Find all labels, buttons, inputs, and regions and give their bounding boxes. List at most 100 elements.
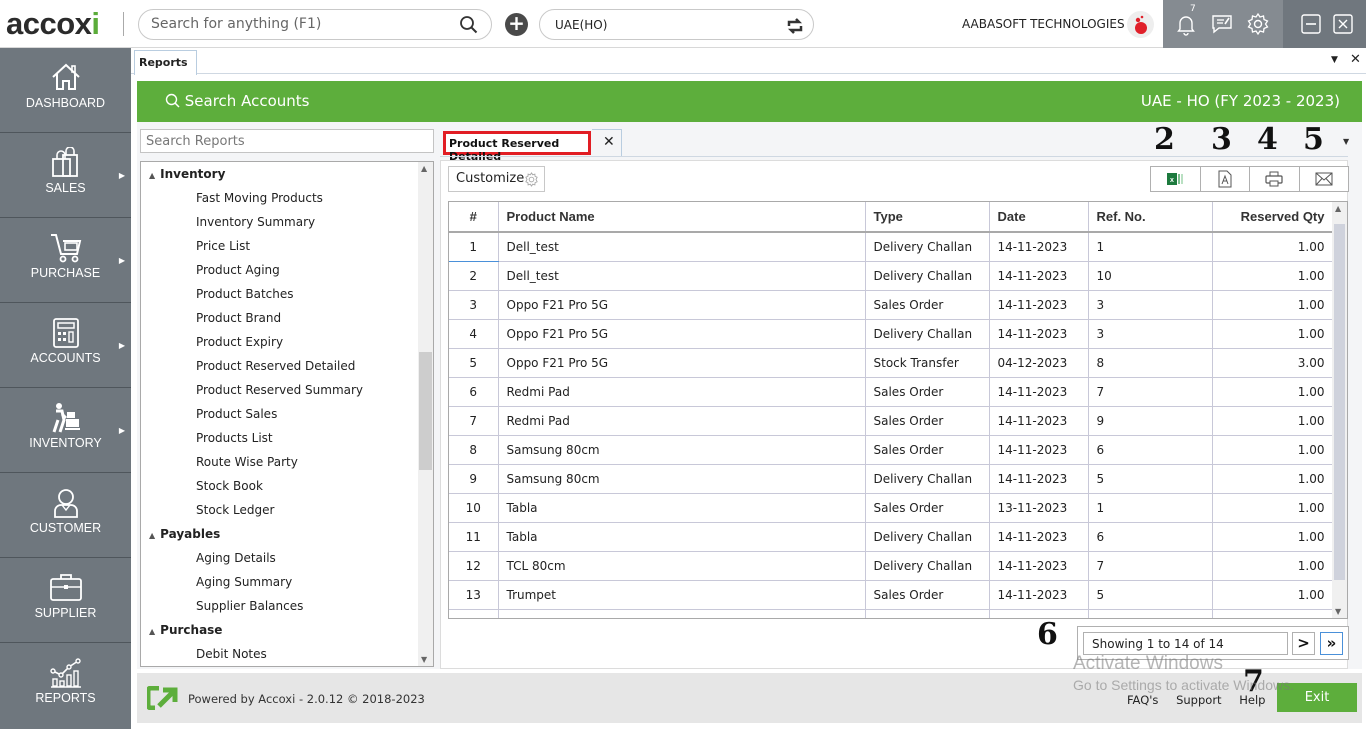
tree-item[interactable]: Aging Summary: [196, 575, 292, 589]
export-pdf-button[interactable]: [1201, 167, 1250, 191]
last-page-button[interactable]: »: [1320, 632, 1343, 655]
cell-type: Delivery Challan: [865, 551, 990, 581]
report-search[interactable]: [140, 129, 434, 153]
cell-product-name: Tabla: [498, 493, 866, 523]
column-header-ref-no[interactable]: Ref. No.: [1088, 202, 1213, 233]
tree-scrollbar[interactable]: ▲ ▼: [418, 162, 433, 666]
switch-branch-icon[interactable]: [785, 16, 805, 36]
notification-bell-icon[interactable]: [1174, 12, 1198, 36]
settings-gear-icon[interactable]: [1246, 12, 1270, 36]
column-header-type[interactable]: Type: [865, 202, 990, 233]
tree-item[interactable]: Stock Ledger: [196, 503, 274, 517]
sidebar-item-purchase[interactable]: PURCHASE ▶: [0, 218, 131, 303]
grid-scrollbar-thumb[interactable]: [1334, 224, 1345, 580]
add-new-button[interactable]: +: [505, 13, 528, 36]
search-accounts-link[interactable]: Search Accounts: [165, 92, 309, 110]
tree-item[interactable]: Fast Moving Products: [196, 191, 323, 205]
tree-item[interactable]: Price List: [196, 239, 250, 253]
export-dropdown-icon[interactable]: ▼: [1343, 137, 1349, 146]
sidebar-item-dashboard[interactable]: DASHBOARD: [0, 48, 131, 133]
envelope-icon: [1315, 172, 1333, 186]
sidebar-item-accounts[interactable]: ACCOUNTS ▶: [0, 303, 131, 388]
tree-item[interactable]: Product Reserved Detailed: [196, 359, 355, 373]
scroll-up-arrow-icon[interactable]: ▲: [1335, 204, 1341, 213]
tab-reports[interactable]: Reports: [134, 50, 197, 75]
sidebar-item-customer[interactable]: CUSTOMER: [0, 473, 131, 558]
table-row[interactable]: 7 Redmi Pad Sales Order 14-11-2023 9 1.00: [449, 406, 1334, 436]
tree-section-inventory[interactable]: ▲ Inventory: [149, 167, 225, 181]
collapse-caret-icon[interactable]: ▲: [149, 171, 155, 180]
global-search-input[interactable]: [151, 16, 451, 32]
sidebar-item-supplier[interactable]: SUPPLIER: [0, 558, 131, 643]
email-button[interactable]: [1300, 167, 1349, 191]
cell-empty: [1088, 609, 1213, 618]
column-header-reserved-qty[interactable]: Reserved Qty: [1212, 202, 1334, 233]
table-row[interactable]: 10 Tabla Sales Order 13-11-2023 1 1.00: [449, 493, 1334, 523]
table-row[interactable]: 4 Oppo F21 Pro 5G Delivery Challan 14-11-20…: [449, 319, 1334, 349]
tree-item[interactable]: Debit Notes: [196, 647, 267, 661]
tree-section-payables[interactable]: ▲ Payables: [149, 527, 220, 541]
tree-scrollbar-thumb[interactable]: [419, 352, 432, 470]
tab-menu-dropdown-icon[interactable]: ▼: [1331, 55, 1338, 65]
table-row[interactable]: 13 Trumpet Sales Order 14-11-2023 5 1.00: [449, 580, 1334, 610]
minimize-icon[interactable]: [1299, 12, 1323, 36]
column-header-index[interactable]: #: [449, 202, 499, 233]
tree-item[interactable]: Supplier Balances: [196, 599, 303, 613]
table-row[interactable]: 3 Oppo F21 Pro 5G Sales Order 14-11-2023 3 1.…: [449, 290, 1334, 320]
table-row[interactable]: 6 Redmi Pad Sales Order 14-11-2023 7 1.00: [449, 377, 1334, 407]
global-search[interactable]: [138, 9, 492, 40]
message-icon[interactable]: [1210, 12, 1234, 36]
print-button[interactable]: [1250, 167, 1300, 191]
exit-button[interactable]: Exit: [1277, 683, 1357, 712]
cell-empty: [1212, 609, 1334, 618]
faq-link[interactable]: FAQ's: [1127, 693, 1158, 707]
collapse-caret-icon[interactable]: ▲: [149, 531, 155, 540]
table-row[interactable]: 11 Tabla Delivery Challan 14-11-2023 6 1.00: [449, 522, 1334, 552]
column-header-product-name[interactable]: Product Name: [498, 202, 866, 233]
table-row[interactable]: 2 Dell_test Delivery Challan 14-11-2023 10 1.…: [449, 261, 1334, 291]
tree-item[interactable]: Inventory Summary: [196, 215, 315, 229]
user-avatar[interactable]: [1127, 11, 1154, 38]
sidebar-item-inventory[interactable]: INVENTORY ▶: [0, 388, 131, 473]
collapse-caret-icon[interactable]: ▲: [149, 627, 155, 636]
close-tab-icon[interactable]: ✕: [1350, 52, 1361, 67]
next-page-button[interactable]: >: [1292, 632, 1315, 655]
column-header-date[interactable]: Date: [989, 202, 1089, 233]
support-link[interactable]: Support: [1176, 693, 1221, 707]
close-window-icon[interactable]: [1331, 12, 1355, 36]
tree-item[interactable]: Product Expiry: [196, 335, 283, 349]
tree-section-purchase[interactable]: ▲ Purchase: [149, 623, 222, 637]
sidebar-item-reports[interactable]: REPORTS: [0, 643, 131, 728]
customize-button[interactable]: Customize: [448, 166, 545, 192]
close-report-tab-icon[interactable]: ✕: [603, 134, 615, 150]
table-row[interactable]: 5 Oppo F21 Pro 5G Stock Transfer 04-12-2023…: [449, 348, 1334, 378]
tree-item[interactable]: Stock Book: [196, 479, 263, 493]
tree-item[interactable]: Product Brand: [196, 311, 281, 325]
sidebar-item-sales[interactable]: SALES ▶: [0, 133, 131, 218]
cell-reserved-qty: 1.00: [1212, 464, 1334, 494]
tree-item[interactable]: Product Aging: [196, 263, 280, 277]
scroll-up-arrow-icon[interactable]: ▲: [421, 164, 427, 173]
table-row[interactable]: 8 Samsung 80cm Sales Order 14-11-2023 6 1.00: [449, 435, 1334, 465]
tree-item[interactable]: Product Sales: [196, 407, 277, 421]
table-row[interactable]: 9 Samsung 80cm Delivery Challan 14-11-2023 5…: [449, 464, 1334, 494]
scroll-down-arrow-icon[interactable]: ▼: [1335, 607, 1341, 616]
search-icon[interactable]: [459, 15, 479, 35]
cell-ref-no: 6: [1088, 435, 1213, 465]
table-row[interactable]: 12 TCL 80cm Delivery Challan 14-11-2023 7 1.0…: [449, 551, 1334, 581]
company-selector[interactable]: AABASOFT TECHNOLOGIES▶: [962, 17, 1135, 31]
report-search-input[interactable]: [141, 130, 433, 152]
tab-product-reserved-detailed[interactable]: Product Reserved Detailed: [443, 131, 591, 163]
tree-item[interactable]: Product Batches: [196, 287, 294, 301]
cell-reserved-qty: 1.00: [1212, 435, 1334, 465]
branch-selector[interactable]: UAE(HO): [539, 9, 814, 40]
tree-item[interactable]: Product Reserved Summary: [196, 383, 363, 397]
table-row[interactable]: 1 Dell_test Delivery Challan 14-11-2023 1 1.0…: [449, 232, 1334, 262]
tree-item[interactable]: Route Wise Party: [196, 455, 298, 469]
grid-scrollbar[interactable]: ▲ ▼: [1332, 202, 1347, 618]
tree-item[interactable]: Products List: [196, 431, 273, 445]
scroll-down-arrow-icon[interactable]: ▼: [421, 655, 427, 664]
export-excel-button[interactable]: x: [1151, 167, 1201, 191]
tree-item[interactable]: Aging Details: [196, 551, 276, 565]
cell-ref-no: 5: [1088, 464, 1213, 494]
